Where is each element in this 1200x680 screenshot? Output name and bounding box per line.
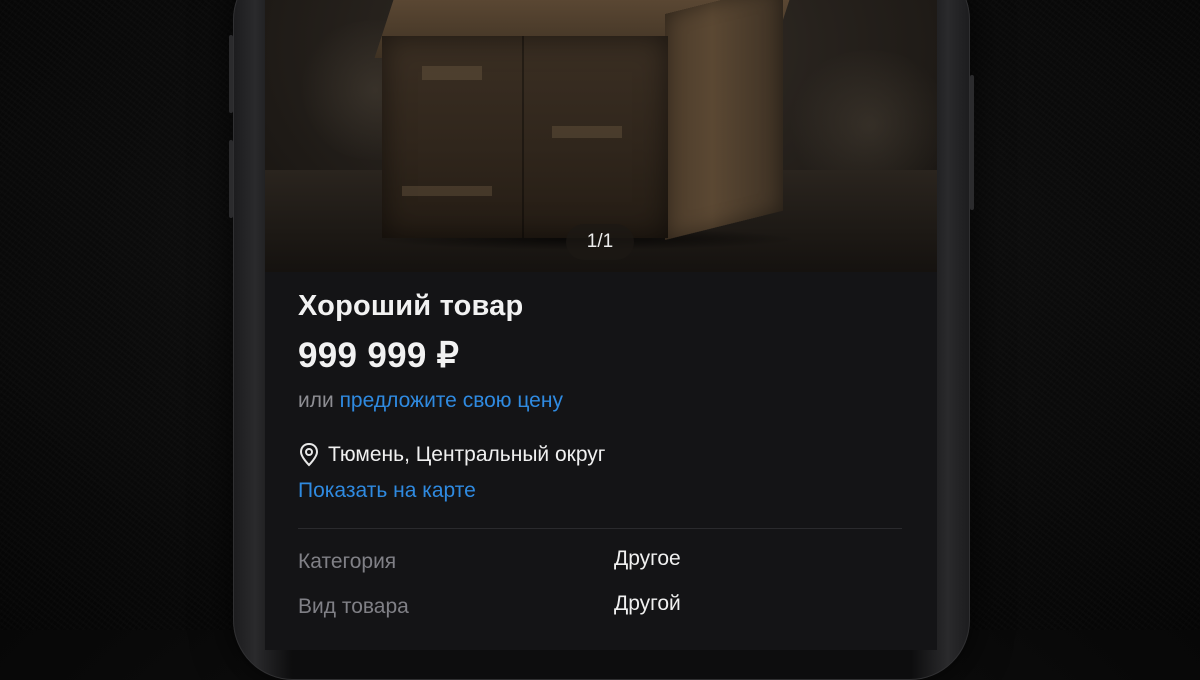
- map-pin-icon: [298, 442, 320, 468]
- photo-box-tape: [402, 186, 492, 196]
- divider: [298, 528, 902, 529]
- offer-price-link[interactable]: предложите свою цену: [340, 389, 563, 412]
- show-on-map-link[interactable]: Показать на карте: [298, 479, 476, 503]
- phone-side-button: [970, 75, 974, 210]
- listing-price: 999 999 ₽: [298, 336, 460, 375]
- listing-photo[interactable]: 1/1: [265, 0, 937, 272]
- location-row: Тюмень, Центральный округ: [298, 442, 605, 468]
- phone-screen: 1/1 Хороший товар 999 999 ₽ или предложи…: [265, 0, 937, 650]
- photo-box-tape: [422, 66, 482, 80]
- param-row-category: Категория Другое: [298, 547, 902, 580]
- param-label: Вид товара: [298, 595, 409, 618]
- offer-line: или предложите свою цену: [298, 389, 563, 413]
- listing-title: Хороший товар: [298, 290, 524, 322]
- photo-box-tape: [552, 126, 622, 138]
- phone-side-button: [229, 35, 233, 113]
- listing-info: Хороший товар 999 999 ₽ или предложите с…: [265, 272, 937, 650]
- param-value: Другой: [614, 592, 681, 615]
- photo-box-side: [665, 0, 783, 240]
- param-row-item-type: Вид товара Другой: [298, 592, 902, 625]
- param-value: Другое: [614, 547, 681, 570]
- photo-box-front: [382, 36, 668, 238]
- param-label: Категория: [298, 550, 397, 573]
- location-text: Тюмень, Центральный округ: [328, 443, 606, 466]
- photo-counter: 1/1: [566, 224, 634, 260]
- offer-prefix: или: [298, 389, 334, 412]
- phone-side-button: [229, 140, 233, 218]
